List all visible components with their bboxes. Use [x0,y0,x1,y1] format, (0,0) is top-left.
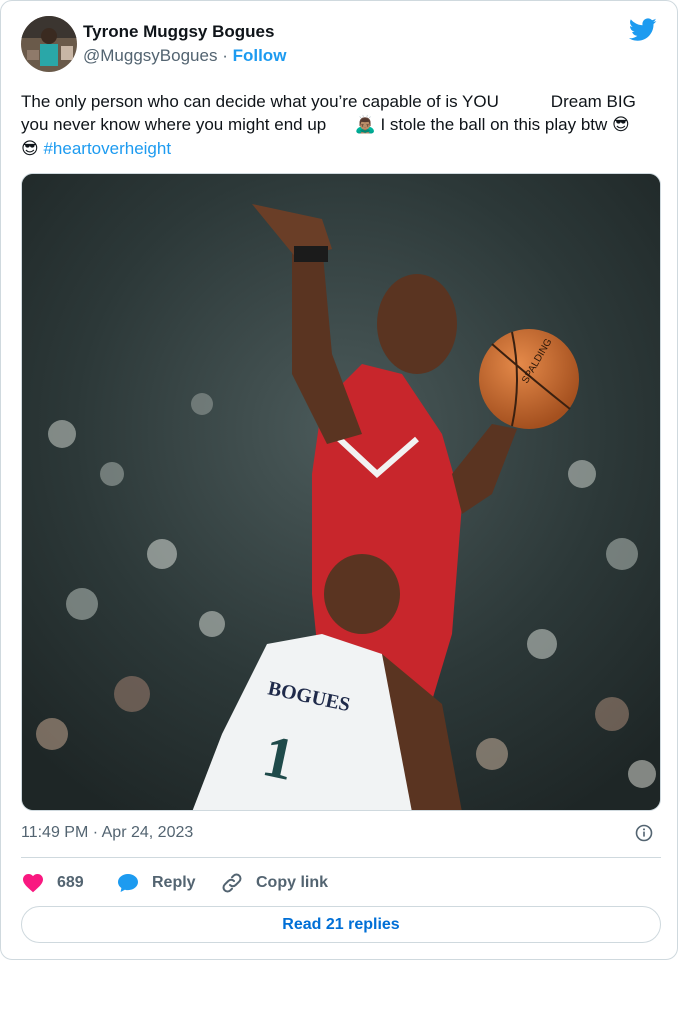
info-icon[interactable] [635,824,653,842]
avatar[interactable] [21,16,77,72]
read-replies-button[interactable]: Read 21 replies [21,906,661,943]
follow-button[interactable]: Follow [233,46,287,65]
tweet-photo[interactable]: SPALDING BOGUES 1 [21,173,661,811]
tweet-text-line-2: you never know where you might end up 🙇🏽… [21,113,661,137]
tweet-text-line-1: The only person who can decide what you’… [21,92,636,111]
handle-separator: · [222,46,228,65]
hashtag-link[interactable]: #heartoverheight [43,139,171,158]
sunglasses-emoji: 😎 [21,139,39,159]
tweet-text-line-3: 😎 #heartoverheight [21,137,661,161]
author-handle-line: @MuggsyBogues · Follow [83,46,286,66]
basketball-photo: SPALDING BOGUES 1 [22,174,660,810]
reply-label: Reply [152,874,196,891]
tweet-text-segment: you never know where you might end up [21,115,355,134]
author-handle[interactable]: @MuggsyBogues [83,46,217,65]
sunglasses-emoji: 😎 [612,115,630,135]
tweet-text-segment: I stole the ball on this play btw [375,115,612,134]
tweet-timestamp[interactable]: 11:49 PM · Apr 24, 2023 [21,824,193,842]
action-bar: 689 Reply Copy link [21,868,661,898]
reply-button[interactable]: Reply [116,868,196,898]
copy-link-button[interactable]: Copy link [220,868,328,898]
tweet-card: Tyrone Muggsy Bogues @MuggsyBogues · Fol… [0,0,678,960]
person-bowing-emoji: 🙇🏽‍♂️ [354,115,376,135]
like-button[interactable]: 689 [21,868,84,898]
tweet-text: The only person who can decide what you’… [21,90,661,161]
divider [21,857,661,858]
link-icon [222,873,242,893]
copy-link-label: Copy link [256,874,329,891]
reply-bubble-icon [118,874,138,892]
author-name[interactable]: Tyrone Muggsy Bogues [83,22,274,42]
heart-icon [23,874,43,893]
like-count: 689 [57,874,84,891]
twitter-bird-icon[interactable] [629,18,657,42]
